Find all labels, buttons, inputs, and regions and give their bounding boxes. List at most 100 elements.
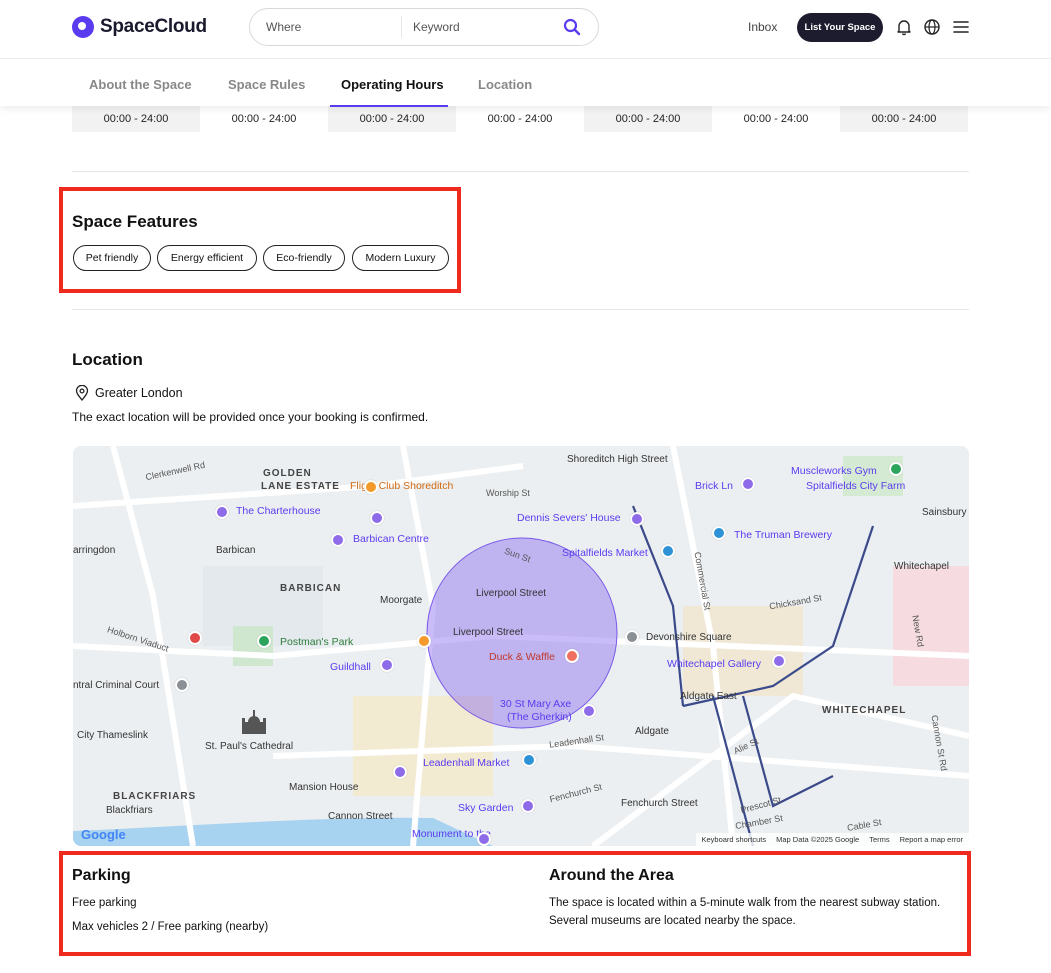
map-label: 30 St Mary Axe: [500, 698, 572, 710]
map-label: ntral Criminal Court: [73, 680, 160, 691]
hours-cell: 00:00 - 24:00: [840, 106, 968, 132]
map-label: BLACKFRIARS: [113, 791, 197, 802]
location-note: The exact location will be provided once…: [72, 410, 429, 424]
map-label: Spitalfields City Farm: [806, 480, 906, 492]
map-label: Liverpool Street: [476, 588, 547, 599]
list-your-space-button[interactable]: List Your Space: [797, 13, 883, 42]
section-tabs: About the Space Space Rules Operating Ho…: [0, 60, 1051, 107]
location-title: Location: [72, 350, 143, 369]
theatre-pin-icon[interactable]: [331, 533, 345, 547]
tab-location[interactable]: Location: [478, 77, 532, 92]
map-label: Sainsbury: [922, 507, 967, 518]
map-keyboard-link[interactable]: Keyboard shortcuts: [702, 835, 767, 844]
inbox-link[interactable]: Inbox: [748, 20, 777, 34]
tab-rules[interactable]: Space Rules: [228, 77, 305, 92]
attraction-pin-icon[interactable]: [741, 477, 755, 491]
search-bar: Where Keyword: [249, 8, 599, 46]
hours-cell: 00:00 - 24:00: [712, 106, 840, 132]
map-label: Blackfriars: [106, 805, 153, 816]
tab-about[interactable]: About the Space: [89, 77, 192, 92]
shopping-pin-icon[interactable]: [712, 526, 726, 540]
map-label: GOLDEN: [263, 468, 312, 479]
map-label: Whitechapel Gallery: [667, 658, 761, 670]
map-data-text: Map Data ©2025 Google: [776, 835, 860, 844]
hospital-pin-icon[interactable]: [188, 631, 202, 645]
parking-line-1: Free parking: [72, 897, 137, 909]
map-report-link[interactable]: Report a map error: [900, 835, 963, 844]
attraction-pin-icon[interactable]: [521, 799, 535, 813]
globe-icon[interactable]: [923, 18, 941, 36]
features-title: Space Features: [72, 212, 198, 231]
gallery-pin-icon[interactable]: [772, 654, 786, 668]
map-label: The Charterhouse: [236, 505, 321, 517]
map-label: Sky Garden: [458, 802, 514, 814]
hours-cell: 00:00 - 24:00: [328, 106, 456, 132]
top-header: SpaceCloud Where Keyword Inbox List Your…: [0, 0, 1051, 59]
map-label: Cannon Street: [328, 811, 393, 822]
menu-icon[interactable]: [952, 18, 970, 36]
feature-chip: Modern Luxury: [352, 245, 449, 271]
gym-pin-icon[interactable]: [889, 462, 903, 476]
museum-pin-icon[interactable]: [393, 765, 407, 779]
around-title: Around the Area: [549, 867, 674, 884]
map-label: Whitechapel: [894, 561, 950, 572]
section-divider: [72, 309, 969, 310]
map-label: arringdon: [73, 545, 116, 556]
map-label: Guildhall: [330, 661, 371, 673]
map-label: Brick Ln: [695, 480, 733, 492]
section-divider: [72, 171, 969, 172]
map-label: The Truman Brewery: [734, 529, 833, 541]
bell-icon[interactable]: [895, 18, 913, 36]
map-terms-link[interactable]: Terms: [869, 835, 889, 844]
museum-pin-icon[interactable]: [370, 511, 384, 525]
map-label: Barbican Centre: [353, 533, 429, 545]
tab-operating-hours[interactable]: Operating Hours: [341, 77, 444, 92]
map-label: LANE ESTATE: [261, 481, 340, 492]
map-label: Postman's Park: [280, 636, 354, 648]
map-label: Worship St: [486, 488, 530, 498]
map-label: Aldgate East: [680, 691, 737, 702]
where-input[interactable]: Where: [250, 16, 402, 38]
map-label: Spitalfields Market: [562, 547, 648, 559]
search-button[interactable]: [552, 12, 592, 42]
bar-pin-icon[interactable]: [364, 480, 378, 494]
active-tab-indicator: [330, 105, 448, 107]
search-icon: [563, 18, 581, 36]
attraction-pin-icon[interactable]: [477, 832, 491, 846]
parking-title: Parking: [72, 867, 131, 884]
google-logo: Google: [81, 827, 126, 842]
map-canvas: [73, 446, 969, 846]
landmark-pin-icon[interactable]: [625, 630, 639, 644]
map-label: Fenchurch Street: [621, 798, 698, 809]
park-pin-icon[interactable]: [257, 634, 271, 648]
attraction-pin-icon[interactable]: [582, 704, 596, 718]
map-label: Leadenhall Market: [423, 757, 510, 769]
around-text: The space is located within a 5-minute w…: [549, 897, 941, 927]
map-footer: Keyboard shortcuts Map Data ©2025 Google…: [695, 833, 969, 846]
museum-pin-icon[interactable]: [215, 505, 229, 519]
logo-icon: [72, 16, 94, 38]
map-label: (The Gherkin): [507, 711, 572, 723]
hours-cell: 00:00 - 24:00: [72, 106, 200, 132]
map-label: Dennis Severs' House: [517, 512, 621, 524]
map-pin-icon: [75, 385, 89, 401]
brand-logo[interactable]: SpaceCloud: [72, 16, 207, 38]
map-label: Devonshire Square: [646, 632, 732, 643]
feature-chip: Eco-friendly: [263, 245, 345, 271]
location-map[interactable]: GOLDEN LANE ESTATE BARBICAN BLACKFRIARS …: [73, 446, 969, 846]
restaurant-pin-icon[interactable]: [565, 649, 579, 663]
shopping-pin-icon[interactable]: [661, 544, 675, 558]
map-label: Duck & Waffle: [489, 651, 555, 663]
feature-chip: Pet friendly: [73, 245, 151, 271]
map-label: WHITECHAPEL: [822, 705, 907, 716]
landmark-pin-icon[interactable]: [175, 678, 189, 692]
hours-cell: 00:00 - 24:00: [456, 106, 584, 132]
museum-pin-icon[interactable]: [380, 658, 394, 672]
location-area: Greater London: [75, 385, 183, 401]
keyword-input[interactable]: Keyword: [402, 16, 552, 38]
shopping-pin-icon[interactable]: [522, 753, 536, 767]
hours-cell: 00:00 - 24:00: [200, 106, 328, 132]
museum-pin-icon[interactable]: [630, 512, 644, 526]
bar-pin-icon[interactable]: [417, 634, 431, 648]
map-label: City Thameslink: [77, 730, 148, 741]
